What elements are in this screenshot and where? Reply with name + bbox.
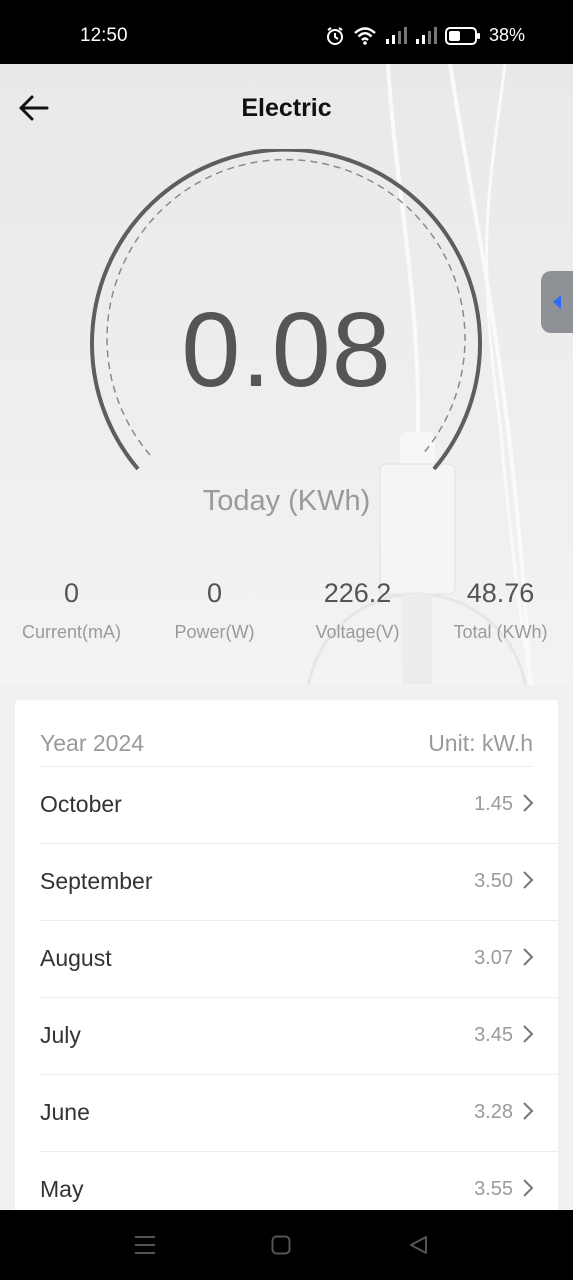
stat-value: 0 bbox=[206, 578, 223, 608]
status-icons: 38% bbox=[325, 25, 525, 46]
stat-label: Power(W) bbox=[174, 622, 255, 642]
stat-label: Total (KWh) bbox=[453, 622, 548, 642]
alarm-icon bbox=[326, 26, 343, 45]
stat-label: Current(mA) bbox=[21, 622, 121, 642]
signal-icon bbox=[385, 26, 407, 44]
battery-percent: 38% bbox=[488, 25, 525, 45]
menu-icon[interactable] bbox=[134, 1235, 156, 1255]
list-item[interactable]: September 3.50 bbox=[40, 844, 558, 921]
list-item[interactable]: August 3.07 bbox=[40, 921, 558, 998]
year-label: Year 2024 bbox=[40, 730, 145, 756]
month-label: June bbox=[40, 1099, 90, 1125]
today-energy-label: Today (KWh) bbox=[202, 485, 371, 517]
chevron-right-icon bbox=[523, 1102, 534, 1120]
system-nav-bar bbox=[0, 1210, 573, 1280]
wifi-icon bbox=[354, 26, 376, 45]
stats-row: 0 Current(mA) 0 Power(W) 226.2 Voltage(V… bbox=[0, 578, 573, 658]
month-value: 3.28 bbox=[474, 1101, 513, 1123]
month-value: 3.07 bbox=[474, 947, 513, 969]
battery-icon bbox=[444, 26, 480, 45]
stat-total: 48.76 Total (KWh) bbox=[429, 578, 572, 643]
month-value: 1.45 bbox=[474, 793, 513, 815]
stat-power: 0 Power(W) bbox=[143, 578, 286, 643]
month-value: 3.50 bbox=[474, 870, 513, 892]
status-bar: 12:50 38% bbox=[0, 0, 573, 64]
signal-icon bbox=[415, 26, 437, 44]
stat-voltage: 226.2 Voltage(V) bbox=[286, 578, 429, 643]
month-value: 3.55 bbox=[474, 1178, 513, 1200]
unit-label: Unit: kW.h bbox=[428, 730, 533, 756]
month-label: July bbox=[40, 1022, 81, 1048]
monthly-usage-card: Year 2024 Unit: kW.h October 1.45 Septem… bbox=[15, 700, 558, 1220]
stat-current: 0 Current(mA) bbox=[0, 578, 143, 643]
month-value: 3.45 bbox=[474, 1024, 513, 1046]
chevron-right-icon bbox=[523, 871, 534, 889]
back-nav-icon[interactable] bbox=[408, 1235, 428, 1255]
today-energy-value: 0.08 bbox=[181, 291, 392, 409]
page-title: Electric bbox=[241, 94, 332, 122]
list-item[interactable]: June 3.28 bbox=[40, 1075, 558, 1152]
chevron-right-icon bbox=[523, 1179, 534, 1197]
stat-value: 226.2 bbox=[323, 578, 392, 608]
home-icon[interactable] bbox=[271, 1235, 291, 1255]
stat-value: 48.76 bbox=[466, 578, 535, 608]
month-label: September bbox=[40, 868, 153, 894]
month-label: August bbox=[40, 945, 112, 971]
list-item[interactable]: October 1.45 bbox=[40, 767, 558, 844]
month-label: May bbox=[40, 1176, 84, 1202]
stat-label: Voltage(V) bbox=[315, 622, 400, 642]
month-label: October bbox=[40, 791, 122, 817]
chevron-right-icon bbox=[523, 794, 534, 812]
hero-panel: Electric 0.08 Today (KWh) 0 Current(mA) … bbox=[0, 64, 573, 685]
stat-value: 0 bbox=[63, 578, 80, 608]
card-header: Year 2024 Unit: kW.h bbox=[40, 700, 533, 767]
list-item[interactable]: July 3.45 bbox=[40, 998, 558, 1075]
chevron-right-icon bbox=[523, 1025, 534, 1043]
chevron-right-icon bbox=[523, 948, 534, 966]
status-time: 12:50 bbox=[80, 25, 128, 46]
